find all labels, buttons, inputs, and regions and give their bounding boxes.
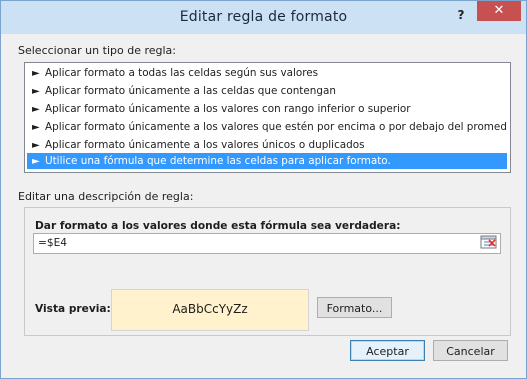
rule-type-item[interactable]: ► Aplicar formato únicamente a los valore… <box>27 119 507 135</box>
format-button[interactable]: Formato... <box>317 297 392 318</box>
rule-type-label: Seleccionar un tipo de regla: <box>18 44 176 57</box>
rule-type-item-label: Aplicar formato únicamente a los valores… <box>45 121 507 133</box>
formula-input[interactable]: =$E4 <box>33 233 501 254</box>
rule-type-item-selected[interactable]: ► Utilice una fórmula que determine las c… <box>27 153 507 169</box>
close-button[interactable]: ✕ <box>477 1 521 21</box>
arrow-right-icon: ► <box>32 68 40 79</box>
arrow-right-icon: ► <box>32 104 40 115</box>
arrow-right-icon: ► <box>32 122 40 133</box>
help-button[interactable]: ? <box>450 5 472 25</box>
preview-label: Vista previa: <box>35 303 111 315</box>
rule-type-item[interactable]: ► Aplicar formato únicamente a los valore… <box>27 101 507 117</box>
rule-type-item-label: Aplicar formato a todas las celdas según… <box>45 67 319 79</box>
rule-type-list[interactable]: ► Aplicar formato a todas las celdas segú… <box>24 62 511 173</box>
collapse-dialog-icon[interactable] <box>480 235 498 250</box>
rule-type-item-label: Aplicar formato únicamente a las celdas … <box>45 85 336 97</box>
edit-format-rule-dialog: Editar regla de formato ? ✕ Seleccionar … <box>0 0 527 379</box>
rule-type-item[interactable]: ► Aplicar formato a todas las celdas segú… <box>27 65 507 81</box>
rule-type-item-label: Aplicar formato únicamente a los valores… <box>45 103 411 115</box>
rule-description-panel: Dar formato a los valores donde esta fór… <box>24 207 511 336</box>
title-bar[interactable]: Editar regla de formato ? ✕ <box>1 1 526 34</box>
rule-type-item-label: Utilice una fórmula que determine las ce… <box>45 155 391 167</box>
formula-value: =$E4 <box>38 237 68 249</box>
format-preview: AaBbCcYyZz <box>111 289 309 331</box>
arrow-right-icon: ► <box>32 156 40 167</box>
rule-type-item[interactable]: ► Aplicar formato únicamente a las celdas… <box>27 83 507 99</box>
arrow-right-icon: ► <box>32 86 40 97</box>
accept-button[interactable]: Aceptar <box>350 340 425 361</box>
rule-type-item[interactable]: ► Aplicar formato únicamente a los valore… <box>27 137 507 153</box>
dialog-title: Editar regla de formato <box>179 9 348 25</box>
formula-heading: Dar formato a los valores donde esta fór… <box>35 220 401 232</box>
arrow-right-icon: ► <box>32 140 40 151</box>
rule-description-label: Editar una descripción de regla: <box>18 190 194 203</box>
cancel-button[interactable]: Cancelar <box>433 340 508 361</box>
preview-sample-text: AaBbCcYyZz <box>172 302 248 316</box>
rule-type-item-label: Aplicar formato únicamente a los valores… <box>45 139 365 151</box>
